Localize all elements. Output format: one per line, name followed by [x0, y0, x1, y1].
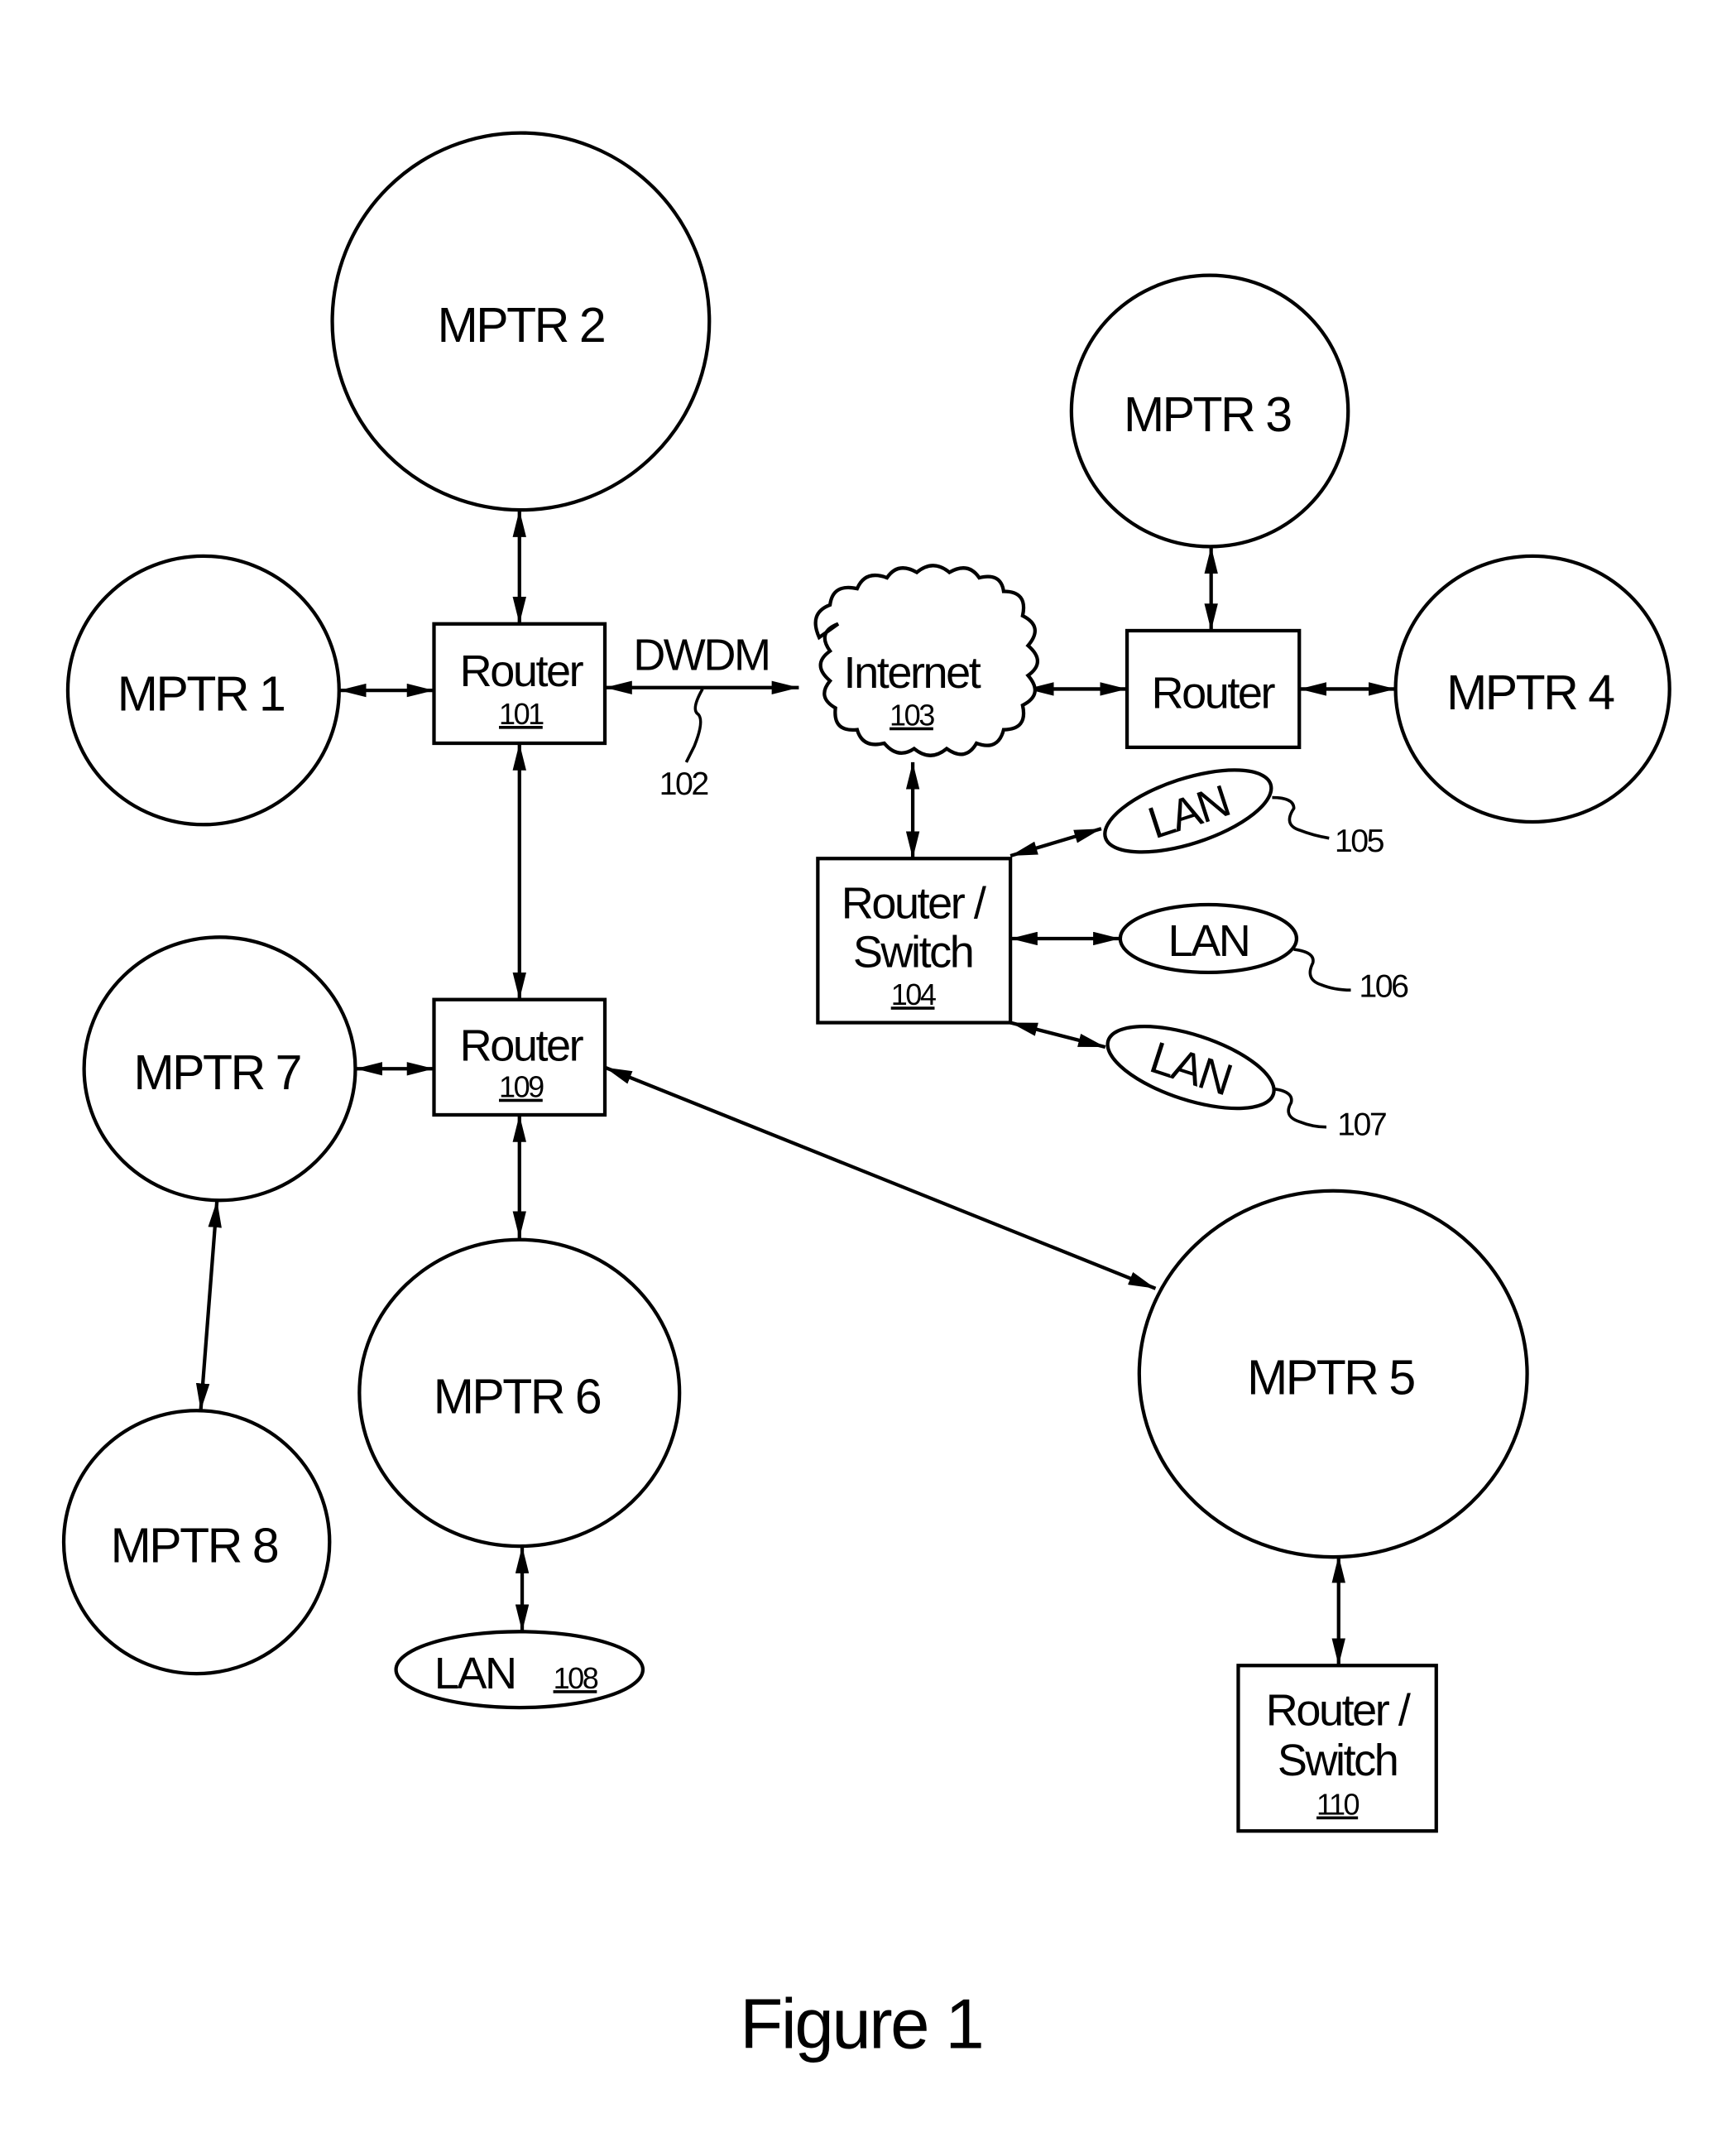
router-label: Router — [460, 646, 584, 696]
lan-ref: 108 — [554, 1661, 598, 1695]
mptr-label: MPTR 5 — [1247, 1351, 1414, 1405]
router-label: Router — [460, 1021, 584, 1070]
mptr-label: MPTR 3 — [1124, 387, 1291, 442]
router-switch-104: Router / Switch 104 — [816, 857, 1013, 1025]
lan-105: LAN 105 — [1103, 768, 1386, 859]
mptr-node-6: MPTR 6 — [357, 1237, 682, 1549]
router-ref: 109 — [499, 1070, 544, 1104]
mptr-node-5: MPTR 5 — [1137, 1189, 1529, 1559]
lan-108: LAN 108 — [394, 1630, 645, 1710]
mptr-node-4: MPTR 4 — [1393, 554, 1671, 824]
network-diagram: MPTR 1 MPTR 2 MPTR 3 MPTR 4 MPTR 5 MPTR … — [61, 131, 1671, 2063]
lan-label: LAN — [434, 1649, 516, 1698]
lan-ref: 106 — [1359, 968, 1408, 1004]
lan-107: LAN 107 — [1105, 1025, 1388, 1143]
mptr-node-2: MPTR 2 — [330, 131, 712, 512]
lan-106: LAN 106 — [1118, 902, 1411, 1004]
link-router109-mptr5 — [604, 1065, 1157, 1290]
mptr-node-7: MPTR 7 — [82, 935, 357, 1203]
mptr-label: MPTR 7 — [133, 1045, 300, 1100]
dwdm-label: DWDM — [633, 631, 769, 680]
router-switch-label-line1: Router / — [1266, 1685, 1412, 1735]
router-label: Router — [1152, 668, 1276, 718]
router-switch-label-line2: Switch — [1278, 1736, 1398, 1785]
link-mptr7-mptr8 — [195, 1200, 222, 1411]
lan-ref: 107 — [1337, 1107, 1386, 1143]
lan-leader-line — [1274, 1088, 1327, 1129]
router-101: Router 101 — [432, 622, 607, 746]
mptr-label: MPTR 8 — [111, 1519, 278, 1573]
link-switch104-lan105 — [1009, 827, 1102, 858]
router-switch-110: Router / Switch 110 — [1236, 1664, 1438, 1833]
mptr-node-1: MPTR 1 — [65, 554, 341, 827]
dwdm-leader-line — [684, 688, 704, 763]
router-switch-ref: 104 — [891, 977, 936, 1011]
router-ref: 101 — [499, 697, 544, 731]
mptr-label: MPTR 6 — [434, 1369, 601, 1424]
router-switch-label-line2: Switch — [853, 927, 973, 977]
mptr-label: MPTR 4 — [1446, 665, 1614, 720]
mptr-node-8: MPTR 8 — [61, 1409, 332, 1676]
router-switch-ref: 110 — [1316, 1788, 1360, 1822]
dwdm-ref: 102 — [659, 766, 708, 802]
lan-label: LAN — [1168, 916, 1249, 966]
internet-label: Internet — [844, 648, 981, 698]
lan-ref: 105 — [1335, 823, 1384, 859]
internet-cloud: Internet 103 — [813, 564, 1039, 757]
lan-leader-line — [1293, 948, 1351, 992]
figure-caption: Figure 1 — [740, 1985, 982, 2063]
mptr-label: MPTR 1 — [117, 667, 285, 722]
router-right: Router — [1125, 628, 1302, 750]
mptr-node-3: MPTR 3 — [1069, 273, 1350, 549]
mptr-label: MPTR 2 — [438, 298, 605, 353]
link-switch104-lan107 — [1009, 1021, 1106, 1049]
router-109: Router 109 — [432, 997, 607, 1117]
internet-ref: 103 — [890, 699, 934, 732]
lan-leader-line — [1272, 795, 1330, 840]
router-switch-label-line1: Router / — [842, 878, 987, 928]
